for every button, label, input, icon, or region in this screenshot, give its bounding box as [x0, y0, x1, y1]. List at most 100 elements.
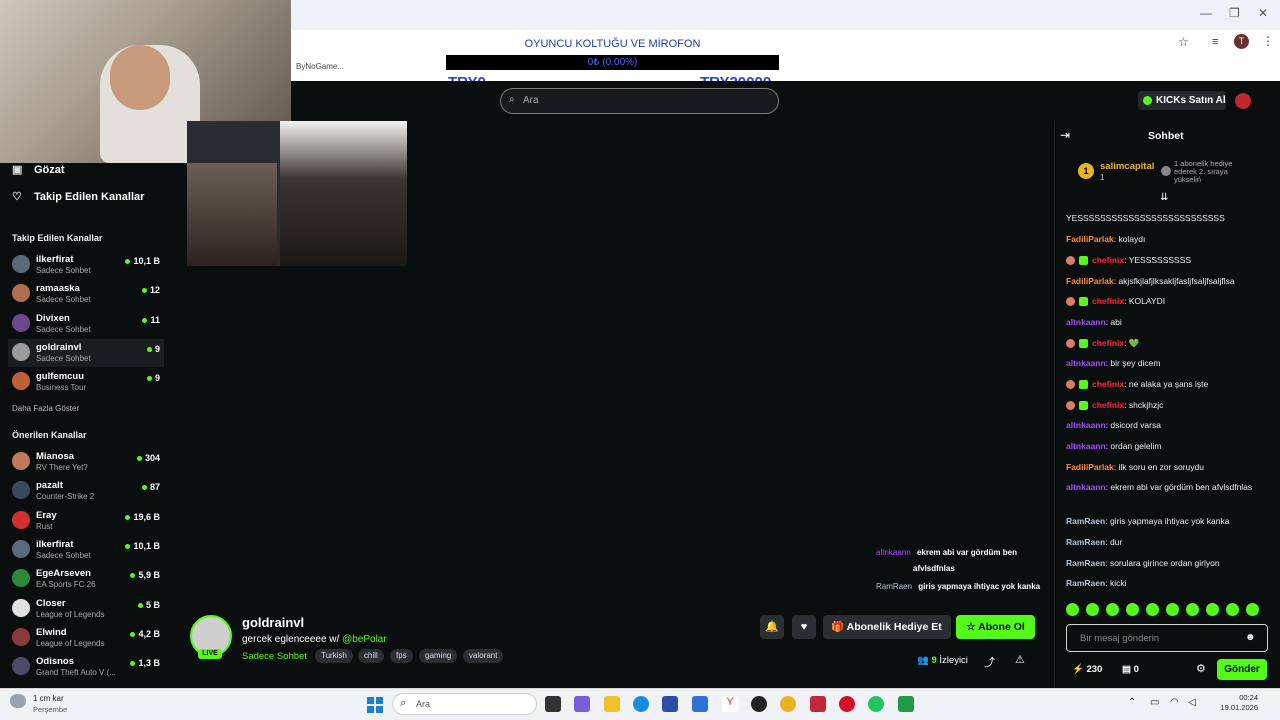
nav-browse[interactable]: ▣ Gözat: [12, 163, 65, 176]
collapse-chat-icon[interactable]: ⇥: [1060, 128, 1070, 142]
tag-chip[interactable]: chill: [358, 649, 384, 663]
weather-title[interactable]: 1 cm kar: [33, 694, 64, 703]
app-icon[interactable]: [692, 696, 708, 712]
settings-gear-icon[interactable]: ⚙: [1196, 662, 1206, 675]
file-explorer-icon[interactable]: [604, 696, 620, 712]
chat-username[interactable]: FadiliParlak: [1066, 276, 1114, 286]
excel-icon[interactable]: [898, 696, 914, 712]
channel-category: Sadece Sohbet: [36, 324, 91, 334]
sidebar-channel-item[interactable]: ramaaska Sadece Sohbet 12: [8, 280, 164, 308]
send-button[interactable]: Gönder: [1217, 659, 1267, 680]
app-icon[interactable]: [751, 696, 767, 712]
emote-icon[interactable]: [1066, 603, 1079, 616]
star-icon[interactable]: ☆: [1178, 35, 1189, 49]
sub-badge-icon: [1079, 380, 1088, 390]
chat-username[interactable]: altnkaann: [1066, 317, 1106, 327]
volume-icon[interactable]: ◁: [1188, 697, 1196, 708]
chrome-icon[interactable]: [780, 696, 796, 712]
edge-icon[interactable]: [633, 696, 649, 712]
bookmark-item[interactable]: ByNoGame...: [296, 62, 344, 71]
sidebar-channel-item[interactable]: ilkerfirat Sadece Sohbet 10,1 B: [8, 251, 164, 279]
emote-icon[interactable]: [1246, 603, 1259, 616]
windows-start-icon[interactable]: [367, 697, 383, 713]
chat-username[interactable]: altnkaann: [1066, 420, 1106, 430]
sidebar-channel-item[interactable]: goldrainvl Sadece Sohbet 9: [8, 338, 164, 367]
search-input[interactable]: ⌕: [500, 88, 779, 114]
chevron-down-icon[interactable]: ⇊: [1160, 192, 1168, 203]
sidebar-channel-item[interactable]: Elwind League of Legends 4,2 B: [8, 624, 164, 652]
buy-kicks-button[interactable]: KICKs Satın Al: [1138, 91, 1226, 110]
sidebar-channel-item[interactable]: Mianosa RV There Yet? 304: [8, 448, 164, 476]
sidebar-channel-item[interactable]: EgeArseven EA Sports FC 26 5,9 B: [8, 565, 164, 593]
sidebar-channel-item[interactable]: gulfemcuu Business Tour 9: [8, 368, 164, 396]
wifi-icon[interactable]: ◠: [1170, 697, 1179, 708]
gift-balance[interactable]: ▤ 0: [1122, 664, 1139, 675]
whatsapp-icon[interactable]: [868, 696, 884, 712]
sidebar-channel-item[interactable]: ilkerfirat Sadece Sohbet 10,1 B: [8, 536, 164, 564]
sidebar-channel-item[interactable]: Closer League of Legends 5 B: [8, 595, 164, 623]
store-icon[interactable]: [662, 696, 678, 712]
emote-icon[interactable]: [1166, 603, 1179, 616]
tray-chevron-icon[interactable]: ⌃: [1128, 697, 1136, 708]
app-icon[interactable]: [574, 696, 590, 712]
chat-username[interactable]: FadiliParlak: [1066, 462, 1114, 472]
streamer-name[interactable]: goldrainvl: [242, 615, 304, 630]
chat-username[interactable]: RamRaen: [1066, 578, 1105, 588]
bell-icon[interactable]: 🔔: [760, 615, 784, 639]
playlist-icon[interactable]: ≡: [1212, 36, 1218, 48]
tag-chip[interactable]: valorant: [463, 649, 504, 663]
emote-icon[interactable]: [1186, 603, 1199, 616]
chat-username[interactable]: altnkaann: [1066, 358, 1106, 368]
share-icon[interactable]: ⤴: [984, 654, 995, 670]
chat-username[interactable]: altnkaann: [1066, 441, 1106, 451]
task-view-icon[interactable]: [545, 696, 561, 712]
close-icon[interactable]: ✕: [1258, 6, 1268, 20]
emote-icon[interactable]: [1126, 603, 1139, 616]
nav-following[interactable]: ♡ Takip Edilen Kanallar: [12, 190, 144, 203]
emote-icon[interactable]: [1226, 603, 1239, 616]
subscribe-button[interactable]: ☆ Abone Ol: [956, 615, 1035, 639]
network-icon[interactable]: ▭: [1150, 697, 1159, 708]
gift-sub-button[interactable]: 🎁 Abonelik Hediye Et: [823, 615, 951, 639]
chat-username[interactable]: altnkaann: [1066, 482, 1106, 492]
chat-username[interactable]: chefinix: [1092, 400, 1124, 410]
sidebar-channel-item[interactable]: Eray Rust 19,6 B: [8, 507, 164, 535]
emoji-picker-icon[interactable]: ☻: [1245, 632, 1256, 643]
app-icon[interactable]: [810, 696, 826, 712]
sidebar-channel-item[interactable]: pazalt Counter-Strike 2 87: [8, 477, 164, 505]
chat-username[interactable]: FadiliParlak: [1066, 234, 1114, 244]
chat-username[interactable]: RamRaen: [1066, 516, 1105, 526]
chat-username[interactable]: RamRaen: [1066, 558, 1105, 568]
sidebar-channel-item[interactable]: Odisnos Grand Theft Auto V (... 1,3 B: [8, 653, 164, 681]
top-gifter-name[interactable]: salimcapital: [1100, 161, 1154, 172]
profile-avatar[interactable]: T: [1234, 34, 1249, 49]
sidebar-channel-item[interactable]: Divixen Sadece Sohbet 11: [8, 310, 164, 338]
opera-icon[interactable]: [839, 696, 855, 712]
stream-category[interactable]: Sadece Sohbet: [242, 651, 307, 662]
tag-chip[interactable]: Turkish: [315, 649, 353, 663]
heart-follow-icon[interactable]: ♥: [792, 615, 816, 639]
tag-chip[interactable]: gaming: [419, 649, 458, 663]
emote-icon[interactable]: [1146, 603, 1159, 616]
more-vert-icon[interactable]: ⋮: [1262, 34, 1274, 48]
chat-username[interactable]: chefinix: [1092, 379, 1124, 389]
user-avatar[interactable]: [1235, 93, 1251, 109]
show-more-link[interactable]: Daha Fazla Göster: [12, 404, 79, 413]
kicks-icon: [1143, 96, 1152, 105]
kicks-balance[interactable]: ⚡ 230: [1072, 664, 1102, 675]
emote-icon[interactable]: [1106, 603, 1119, 616]
mention-link[interactable]: @bePolar: [342, 634, 387, 645]
yandex-icon[interactable]: Y: [722, 696, 738, 712]
chat-username[interactable]: chefinix: [1092, 338, 1124, 348]
taskbar-clock[interactable]: 00:24 19.01.2026: [1220, 693, 1258, 713]
emote-icon[interactable]: [1086, 603, 1099, 616]
tag-chip[interactable]: fps: [390, 649, 413, 663]
chat-username[interactable]: RamRaen: [1066, 537, 1105, 547]
minimize-icon[interactable]: —: [1200, 6, 1212, 20]
maximize-icon[interactable]: ❐: [1229, 6, 1240, 20]
emote-icon[interactable]: [1206, 603, 1219, 616]
report-icon[interactable]: ⚠: [1015, 653, 1025, 666]
taskbar-search[interactable]: [392, 693, 537, 715]
chat-username[interactable]: chefinix: [1092, 255, 1124, 265]
chat-username[interactable]: chefinix: [1092, 296, 1124, 306]
